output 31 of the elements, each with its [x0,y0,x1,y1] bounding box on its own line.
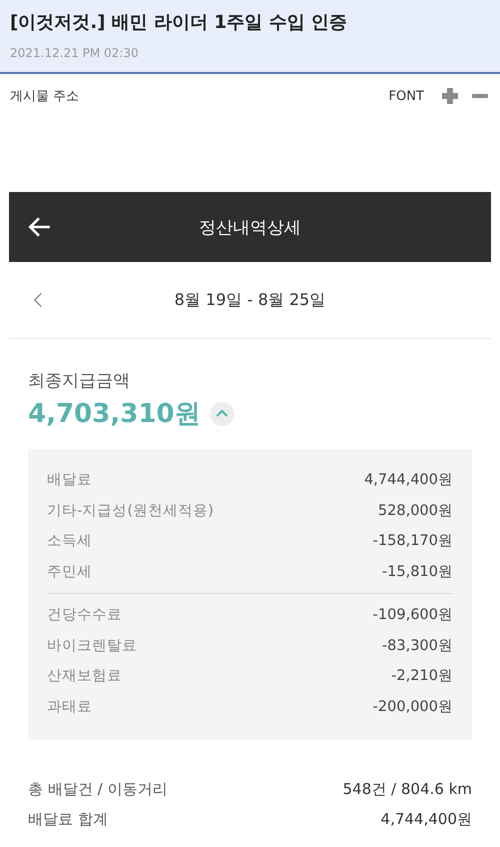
detail-label: 배달료 [47,471,92,490]
detail-label: 과태료 [47,698,92,716]
period-text: 8월 19일 - 8월 25일 [174,290,326,310]
post-date: 2021.12.21 PM 02:30 [10,46,140,60]
summary-value: 4,744,400원 [380,809,472,830]
detail-value: 4,744,400원 [364,471,453,490]
post-address-link[interactable]: 게시물 주소 [10,87,80,105]
summary-label: 배달료 합계 [28,809,108,830]
previous-chevron-icon[interactable] [33,291,43,309]
detail-value: 528,000원 [378,502,453,520]
collapse-chevron-icon[interactable] [210,402,234,426]
plus-icon[interactable] [440,86,460,106]
detail-label: 기타-지급성(원천세적용) [47,502,214,520]
detail-label: 건당수수료 [47,606,122,625]
final-amount-label: 최종지급금액 [28,370,131,392]
screen-title: 정산내역상세 [199,216,301,238]
final-amount: 4,703,310원 [28,398,200,431]
detail-value: -83,300원 [382,636,453,656]
detail-value: -158,170원 [372,532,453,551]
detail-label: 주민세 [47,562,92,582]
detail-label: 소득세 [47,532,92,551]
detail-value: -2,210원 [391,667,453,686]
detail-value: -15,810원 [382,562,453,582]
detail-label: 바이크렌탈료 [47,636,137,656]
detail-value: -200,000원 [372,698,453,716]
summary-value: 548건 / 804.6 km [342,779,472,800]
summary-label: 총 배달건 / 이동거리 [28,779,168,800]
font-label: FONT [388,88,424,104]
detail-label: 산재보험료 [47,667,122,686]
detail-value: -109,600원 [372,606,453,625]
post-title: [이것저것.] 배민 라이더 1주일 수입 인증 [10,11,348,34]
